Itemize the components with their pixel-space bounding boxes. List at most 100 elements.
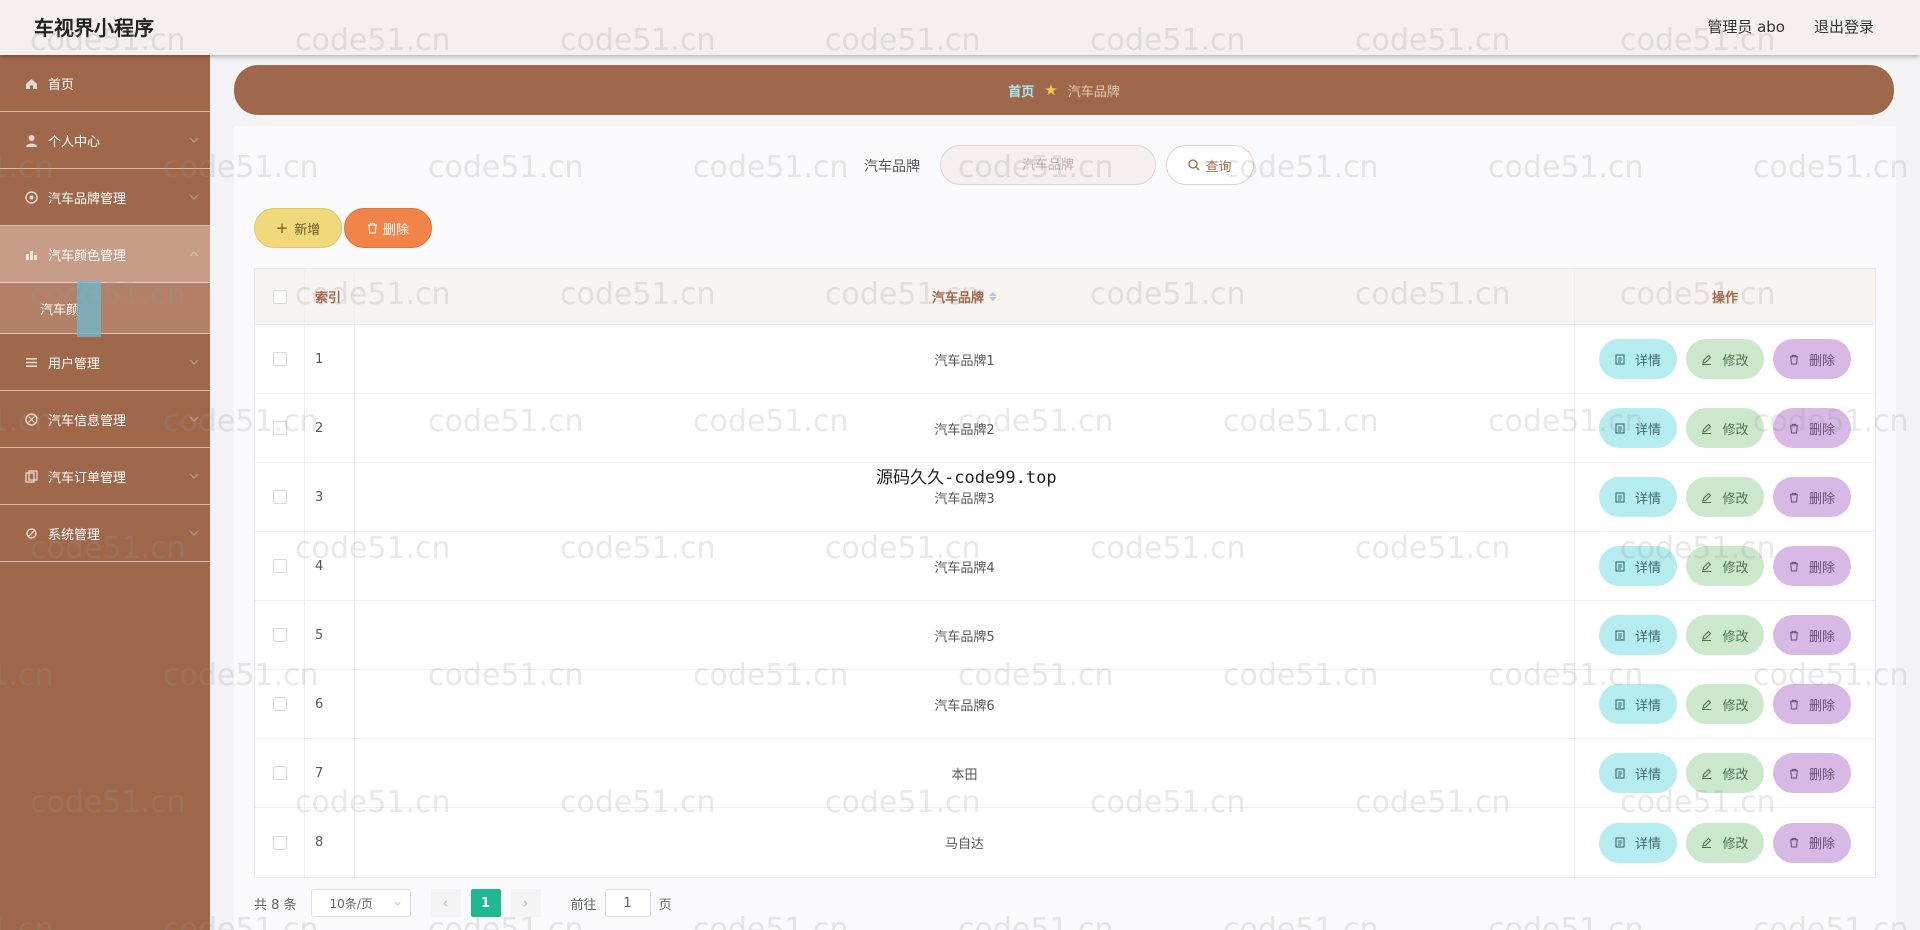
table-row: 6 汽车品牌6 详情 修改 删除 [255, 670, 1875, 739]
edit-button[interactable]: 修改 [1686, 477, 1764, 517]
detail-button[interactable]: 详情 [1599, 546, 1677, 586]
star-icon: ★ [1044, 81, 1058, 99]
detail-button[interactable]: 详情 [1599, 408, 1677, 448]
detail-icon [1615, 560, 1630, 572]
delete-button[interactable]: 删除 [1773, 615, 1851, 655]
row-index: 2 [305, 394, 355, 462]
sidebar-item-brand[interactable]: 汽车品牌管理 [0, 169, 210, 226]
detail-button[interactable]: 详情 [1599, 339, 1677, 379]
sidebar-item-label: 汽车信息管理 [48, 413, 127, 429]
table-header: 索引 汽车品牌 操作 [255, 269, 1875, 325]
add-button[interactable]: + 新增 [254, 208, 342, 248]
chevron-right-icon [523, 899, 528, 907]
detail-button[interactable]: 详情 [1599, 684, 1677, 724]
delete-button[interactable]: 删除 [1773, 684, 1851, 724]
row-checkbox[interactable] [272, 352, 287, 366]
edit-button[interactable]: 修改 [1686, 546, 1764, 586]
edit-icon [1701, 699, 1717, 710]
trash-icon [1789, 354, 1804, 365]
detail-button-label: 详情 [1634, 629, 1661, 645]
search-input[interactable] [940, 145, 1156, 185]
delete-button-label: 删除 [1808, 353, 1835, 369]
trash-icon [1789, 768, 1804, 779]
row-checkbox[interactable] [272, 490, 287, 504]
detail-button[interactable]: 详情 [1599, 477, 1677, 517]
info-icon [24, 412, 38, 426]
chevron-down-icon [189, 530, 199, 536]
detail-button[interactable]: 详情 [1599, 615, 1677, 655]
logout-link[interactable]: 退出登录 [1814, 16, 1874, 37]
table-body: 1 汽车品牌1 详情 修改 删除 2 汽车品牌2 详情 修改 删除 3 汽车品牌3 详情 修改 删除 4 汽车品… [255, 325, 1875, 877]
row-index: 6 [305, 670, 355, 738]
edit-button[interactable]: 修改 [1686, 822, 1764, 863]
header-ops: 操作 [1711, 291, 1738, 306]
goto-suffix: 页 [658, 897, 672, 913]
row-actions: 详情 修改 删除 [1575, 463, 1875, 531]
detail-button[interactable]: 详情 [1599, 822, 1677, 863]
row-checkbox[interactable] [272, 421, 287, 435]
page-size-select[interactable]: 10条/页 [310, 889, 411, 917]
delete-button[interactable]: 删除 [1773, 408, 1851, 448]
bulk-delete-button[interactable]: 删除 [344, 208, 432, 248]
plus-icon: + [275, 219, 289, 237]
goto-page-input[interactable] [604, 889, 651, 917]
select-all-checkbox[interactable] [272, 289, 287, 304]
row-actions: 详情 修改 删除 [1575, 532, 1875, 600]
delete-button[interactable]: 删除 [1773, 339, 1851, 379]
row-checkbox[interactable] [272, 628, 287, 642]
sidebar-item-label: 汽车颜色管理 [48, 248, 127, 264]
delete-button-label: 删除 [1808, 629, 1835, 645]
table-row: 8 马自达 详情 修改 删除 [255, 808, 1875, 877]
edit-button-label: 修改 [1722, 422, 1749, 438]
prev-page-button[interactable] [430, 889, 461, 917]
row-checkbox[interactable] [272, 766, 287, 780]
row-brand: 汽车品牌2 [355, 394, 1575, 462]
detail-icon [1615, 837, 1630, 848]
trash-icon [1789, 492, 1804, 503]
next-page-button[interactable] [510, 889, 541, 917]
edit-button[interactable]: 修改 [1686, 339, 1764, 379]
detail-button-label: 详情 [1634, 560, 1661, 576]
sidebar-item-color[interactable]: 汽车颜色管理 [0, 226, 210, 283]
chevron-down-icon [393, 901, 401, 906]
edit-button[interactable]: 修改 [1686, 615, 1764, 655]
trash-icon [367, 222, 377, 234]
sidebar-subitem-color[interactable]: 汽车颜 [0, 283, 210, 334]
page-number-current[interactable]: 1 [470, 889, 501, 917]
search-button[interactable]: 查询 [1166, 145, 1254, 185]
row-index: 8 [305, 808, 355, 877]
sidebar-item-users[interactable]: 用户管理 [0, 334, 210, 391]
row-checkbox[interactable] [272, 697, 287, 711]
edit-button[interactable]: 修改 [1686, 684, 1764, 724]
sidebar-item-home[interactable]: 首页 [0, 55, 210, 112]
trash-icon [1789, 699, 1804, 710]
breadcrumb-home[interactable]: 首页 [1008, 81, 1034, 100]
edit-button-label: 修改 [1722, 353, 1749, 369]
edit-icon [1701, 837, 1717, 848]
sort-icon[interactable] [989, 292, 997, 301]
table-row: 3 汽车品牌3 详情 修改 删除 [255, 463, 1875, 532]
row-checkbox[interactable] [272, 559, 287, 573]
page-size-value: 10条/页 [329, 896, 373, 911]
detail-icon [1615, 353, 1630, 365]
table-row: 4 汽车品牌4 详情 修改 删除 [255, 532, 1875, 601]
sidebar-item-system[interactable]: 系统管理 [0, 505, 210, 562]
header-checkbox-cell [255, 269, 305, 324]
delete-button[interactable]: 删除 [1773, 822, 1851, 863]
row-checkbox[interactable] [272, 835, 287, 850]
main-panel: 汽车品牌 查询 + 新增 删除 索引 汽车品牌 操作 1汽车品牌1详情修改删除2… [234, 126, 1896, 930]
sidebar-item-car-info[interactable]: 汽车信息管理 [0, 391, 210, 448]
sidebar-item-profile[interactable]: 个人中心 [0, 112, 210, 169]
header-brand-cell[interactable]: 汽车品牌 [355, 269, 1575, 324]
edit-button-label: 修改 [1722, 767, 1749, 783]
detail-button[interactable]: 详情 [1599, 753, 1677, 793]
delete-button[interactable]: 删除 [1773, 753, 1851, 793]
edit-button[interactable]: 修改 [1686, 753, 1764, 793]
edit-button[interactable]: 修改 [1686, 408, 1764, 448]
sidebar-item-orders[interactable]: 汽车订单管理 [0, 448, 210, 505]
delete-button[interactable]: 删除 [1773, 546, 1851, 586]
detail-button-label: 详情 [1634, 698, 1661, 714]
delete-button[interactable]: 删除 [1773, 477, 1851, 517]
row-checkbox-cell [255, 394, 305, 462]
row-checkbox-cell [255, 532, 305, 600]
